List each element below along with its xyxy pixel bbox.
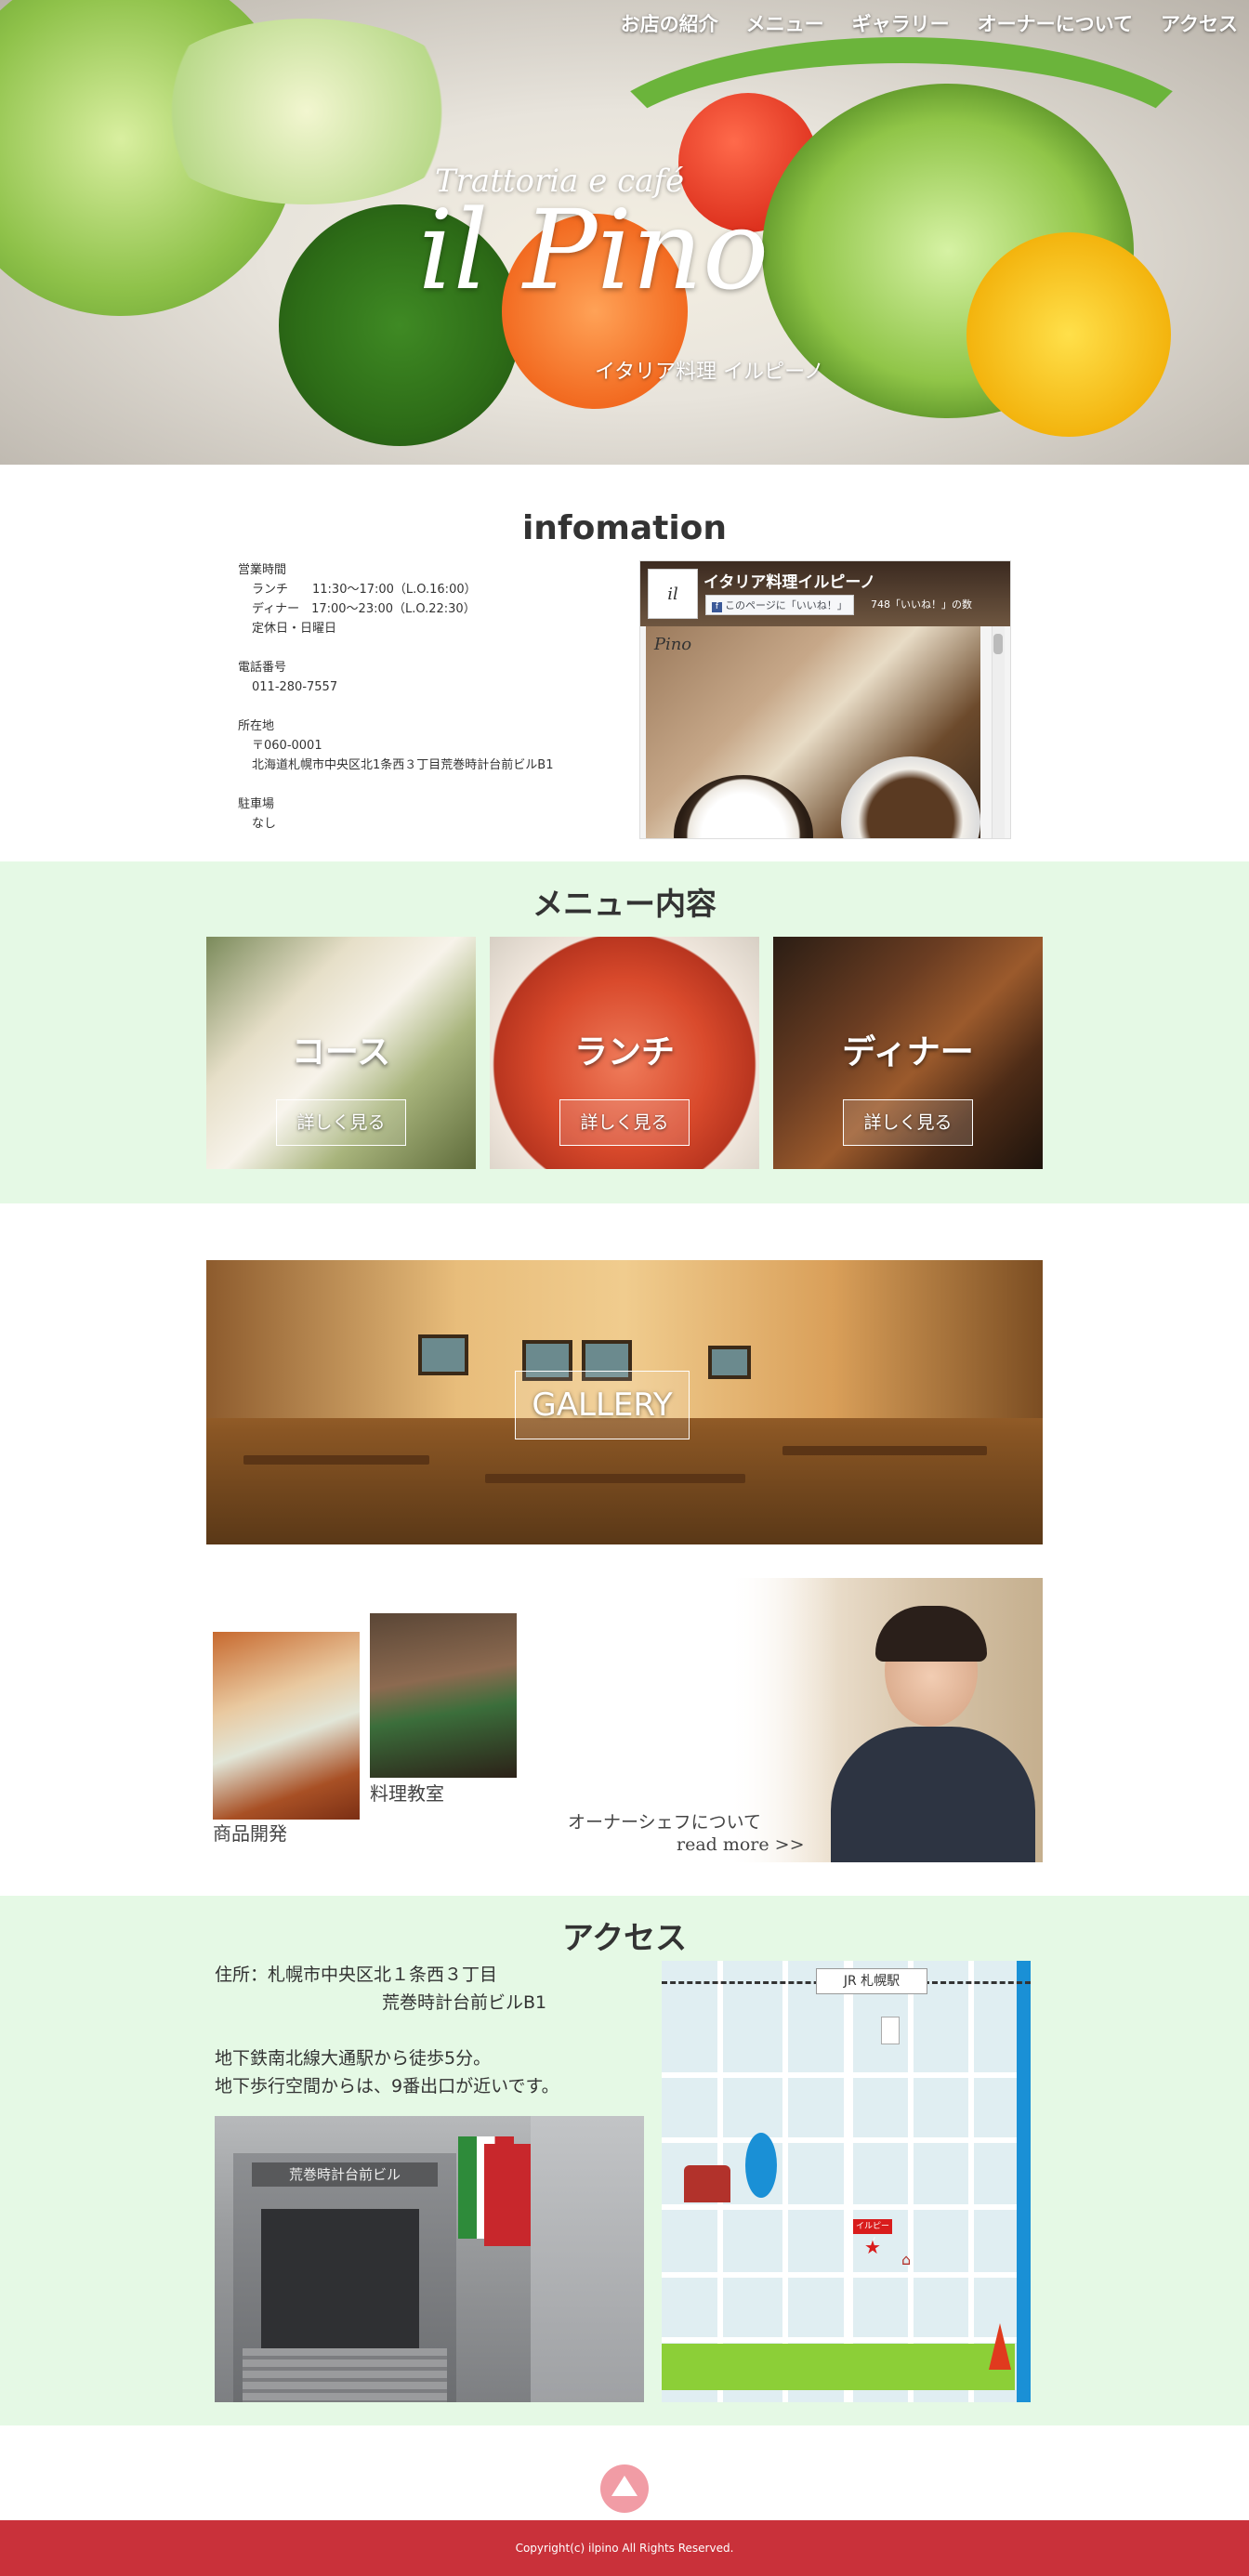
map-road [844,1961,853,2402]
read-more-link[interactable]: read more >> [677,1834,805,1855]
rice-bowl-image [674,775,813,838]
access-text: 住所：札幌市中央区北１条西３丁目 荒巻時計台前ビルB1 地下鉄南北線大通駅から徒… [215,1961,559,2100]
nav-item-owner[interactable]: オーナーについて [978,9,1133,37]
dinner-hours: ディナー 17:00～23:00（L.O.22:30） [252,602,476,616]
tel-number: 011-280-7557 [252,680,338,694]
info-title: infomation [521,509,728,547]
product-image[interactable] [213,1632,360,1820]
access-map[interactable]: JR 札幌駅 イルピーノ ★ ⌂ [662,1961,1031,2402]
tv-tower-icon [989,2323,1011,2370]
map-building [881,2017,900,2044]
gallery-button[interactable]: GALLERY [515,1371,690,1439]
facebook-like-label: このページに「いいね！」 [725,599,848,611]
restaurant-sign [484,2144,535,2246]
table [243,1455,429,1465]
soup-bowl-image [841,756,980,838]
map-landmark-icon [684,2165,730,2202]
facebook-like-button[interactable]: f このページに「いいね！」 [705,595,854,615]
building-entrance [261,2209,419,2348]
vegetable-image [139,19,474,204]
wall-picture [708,1346,751,1379]
menu-card-title: コース [291,1033,391,1071]
hero-banner: Trattoria e café il Pino イタリア料理 イルピーノ お店… [0,0,1249,465]
access-address-line2: 荒巻時計台前ビルB1 [382,1992,547,2013]
facebook-header: il Pino イタリア料理イルピーノ f このページに「いいね！」 748「いい… [640,561,1010,654]
facebook-page-name[interactable]: イタリア料理イルピーノ [703,569,875,592]
parking-label: 駐車場 [238,797,275,811]
menu-card-dinner[interactable]: ディナー 詳しく見る [773,937,1043,1169]
neighbor-building [531,2116,644,2402]
gallery-banner[interactable]: GALLERY [206,1260,1043,1544]
address-label: 所在地 [238,719,275,733]
access-directions-line2: 地下歩行空間からは、9番出口が近いです。 [215,2076,559,2096]
access-address-line1: 住所：札幌市中央区北１条西３丁目 [215,1965,498,1985]
chef-hair [875,1606,987,1662]
dinner-detail-button[interactable]: 詳しく見る [843,1099,973,1146]
lunch-detail-button[interactable]: 詳しく見る [559,1099,690,1146]
menu-card-course[interactable]: コース 詳しく見る [206,937,476,1169]
map-station-label: JR 札幌駅 [816,1968,927,1994]
lunch-hours: ランチ 11:30～17:00（L.O.16:00） [252,583,477,597]
wall-picture [418,1334,468,1375]
building-photo: 荒巻時計台前ビル [215,2116,644,2402]
odori-park [662,2344,1015,2390]
menu-card-title: ランチ [573,1033,675,1071]
hours-label: 営業時間 [238,563,287,577]
facebook-widget[interactable]: il Pino イタリア料理イルピーノ f このページに「いいね！」 748「いい… [639,560,1011,839]
zip-code: 〒060-0001 [252,739,322,753]
main-nav: お店の紹介 メニュー ギャラリー オーナーについて アクセス [621,9,1238,37]
cooking-class-image[interactable] [370,1613,517,1778]
nav-item-access[interactable]: アクセス [1161,9,1238,37]
copyright-text: Copyright(c) ilpino All Rights Reserved. [515,2542,734,2555]
cooking-class-caption[interactable]: 料理教室 [370,1779,444,1806]
menu-card-title: ディナー [842,1033,974,1071]
access-title: アクセス [561,1920,688,1957]
map-star-icon: ★ [864,2236,881,2258]
course-detail-button[interactable]: 詳しく見る [276,1099,406,1146]
map-road [782,1961,788,2402]
facebook-scroll-thumb[interactable] [993,634,1003,654]
owner-caption[interactable]: オーナーシェフについて [568,1808,761,1833]
facebook-avatar[interactable]: il Pino [648,569,698,654]
map-road [968,1961,974,2402]
back-to-top-button[interactable] [600,2464,649,2513]
nav-item-gallery[interactable]: ギャラリー [852,9,950,37]
facebook-icon: f [712,602,722,612]
map-pond [745,2133,777,2198]
clock-tower-icon: ⌂ [901,2251,912,2268]
facebook-like-count: 748「いいね！」の数 [871,598,972,611]
chef-jacket [831,1727,1035,1862]
menu-title: メニュー内容 [532,886,717,922]
closed-days: 定休日・日曜日 [252,622,337,636]
entrance-stairs [243,2348,447,2402]
map-road [908,1961,914,2402]
facebook-scrollbar[interactable] [992,626,1005,838]
footer: Copyright(c) ilpino All Rights Reserved. [0,2520,1249,2576]
parking-value: なし [252,817,277,831]
tel-label: 電話番号 [238,661,287,675]
building-sign: 荒巻時計台前ビル [252,2162,438,2187]
nav-item-about[interactable]: お店の紹介 [621,9,718,37]
menu-card-lunch[interactable]: ランチ 詳しく見る [490,937,759,1169]
address: 北海道札幌市中央区北1条西３丁目荒巻時計台前ビルB1 [252,758,554,772]
access-directions-line1: 地下鉄南北線大通駅から徒歩5分。 [215,2048,492,2069]
nav-item-menu[interactable]: メニュー [746,9,824,37]
map-pin-label: イルピーノ [853,2219,892,2246]
facebook-photo [646,626,980,838]
table [485,1474,745,1483]
table [782,1446,987,1455]
logo-subtitle: イタリア料理 イルピーノ [595,361,824,384]
chef-photo[interactable] [727,1578,1043,1862]
info-details: 営業時間 ランチ 11:30～17:00（L.O.16:00） ディナー 17:… [238,560,628,853]
product-caption[interactable]: 商品開発 [213,1819,287,1846]
logo[interactable]: il Pino [418,195,769,305]
map-river [1017,1961,1031,2402]
